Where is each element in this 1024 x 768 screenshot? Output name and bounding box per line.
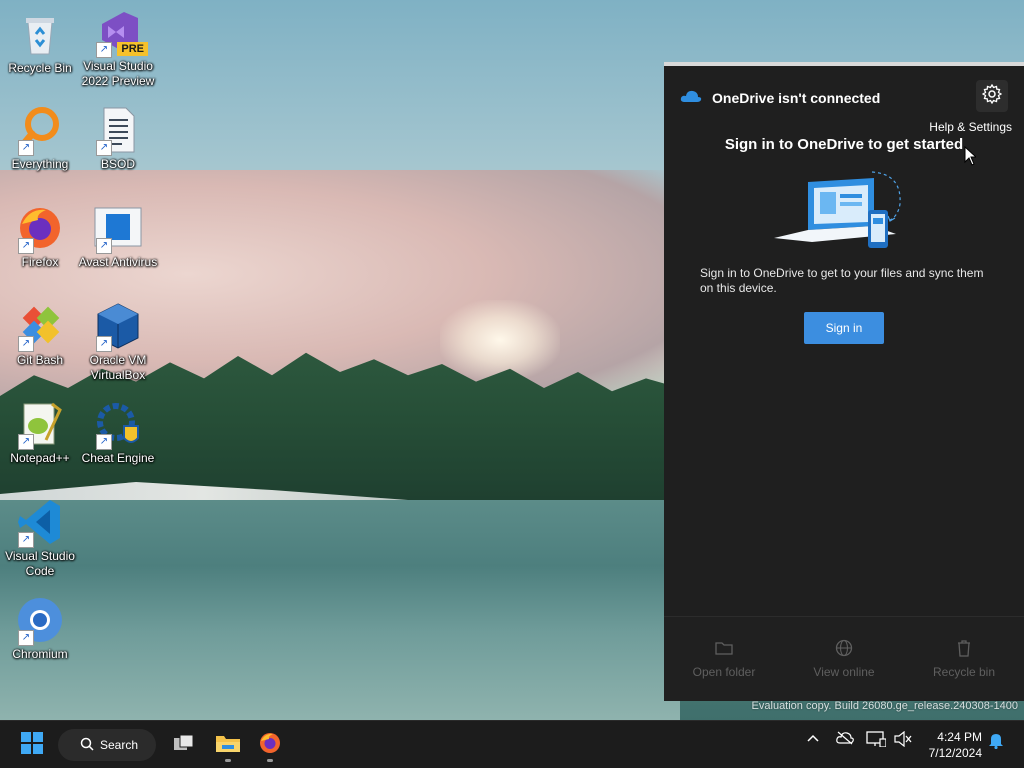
desktop-icon-label: Git Bash: [16, 353, 64, 367]
desktop-icon-label: Chromium: [12, 647, 68, 661]
shortcut-arrow-icon: ↗: [18, 532, 34, 548]
search-icon: [80, 737, 94, 754]
firefox-icon: [258, 731, 282, 760]
desktop-icon-git-bash[interactable]: ↗ Git Bash: [0, 302, 80, 368]
vscode-icon: ↗: [16, 498, 64, 548]
volume-button[interactable]: [894, 730, 912, 752]
desktop-icon-bsod[interactable]: ↗ BSOD: [78, 106, 158, 172]
desktop-icon-label: Visual Studio Code: [5, 549, 75, 578]
globe-icon: [834, 639, 854, 657]
shortcut-arrow-icon: ↗: [96, 140, 112, 156]
chromium-icon: ↗: [16, 596, 64, 646]
desktop-icon-avast[interactable]: ↗ Avast Antivirus: [78, 204, 158, 270]
network-button[interactable]: [866, 731, 887, 752]
visual-studio-preview-icon: PRE ↗: [94, 8, 148, 58]
sign-in-button[interactable]: Sign in: [804, 312, 884, 344]
cheat-engine-icon: ↗: [94, 400, 142, 450]
onedrive-tray-button[interactable]: [836, 731, 854, 750]
desktop-icon-label: Everything: [11, 157, 69, 171]
chevron-up-icon: [806, 731, 820, 750]
recycle-bin-icon: [16, 10, 64, 58]
task-view-icon: [173, 734, 195, 757]
firefox-icon: ↗: [16, 204, 64, 254]
onedrive-footer: Open folder View online Recycle bin: [664, 616, 1024, 701]
folder-icon: [215, 732, 241, 759]
desktop-icon-label: BSOD: [100, 157, 135, 171]
taskbar-clock[interactable]: 4:24 PM 7/12/2024: [929, 729, 982, 761]
cloud-off-icon: [836, 731, 854, 750]
running-indicator: [267, 759, 273, 762]
desktop-icon-vscode[interactable]: ↗ Visual Studio Code: [0, 498, 80, 579]
recycle-bin-button[interactable]: Recycle bin: [904, 617, 1024, 701]
view-online-button[interactable]: View online: [784, 617, 904, 701]
notepadpp-icon: ↗: [16, 400, 64, 450]
running-indicator: [225, 759, 231, 762]
open-folder-button[interactable]: Open folder: [664, 617, 784, 701]
onedrive-cloud-icon: [680, 89, 702, 108]
desktop-icon-visual-studio-preview[interactable]: PRE ↗ Visual Studio 2022 Preview: [78, 8, 158, 89]
shortcut-arrow-icon: ↗: [18, 434, 34, 450]
view-online-label: View online: [813, 665, 875, 679]
desktop-icon-chromium[interactable]: ↗ Chromium: [0, 596, 80, 662]
desktop-icon-label: Oracle VM VirtualBox: [89, 353, 147, 382]
onedrive-description: Sign in to OneDrive to get to your files…: [700, 266, 984, 295]
preview-badge: PRE: [117, 42, 148, 56]
desktop-icon-recycle-bin[interactable]: Recycle Bin: [0, 10, 80, 76]
taskbar-search-box[interactable]: Search: [58, 729, 156, 761]
folder-icon: [714, 639, 734, 657]
virtualbox-icon: ↗: [94, 302, 142, 352]
task-view-button[interactable]: [166, 727, 202, 763]
desktop-icon-firefox[interactable]: ↗ Firefox: [0, 204, 80, 270]
show-hidden-icons-button[interactable]: [806, 731, 820, 750]
desktop-icon-label: Notepad++: [10, 451, 70, 465]
speaker-muted-icon: [894, 730, 912, 752]
everything-search-icon: ↗: [16, 106, 64, 156]
desktop-icon-label: Cheat Engine: [81, 451, 155, 465]
network-icon: [866, 731, 887, 752]
help-settings-button[interactable]: [976, 80, 1008, 112]
desktop-icon-notepadpp[interactable]: ↗ Notepad++: [0, 400, 80, 466]
shortcut-arrow-icon: ↗: [18, 140, 34, 156]
document-icon: ↗: [94, 106, 142, 156]
desktop-icon-everything[interactable]: ↗ Everything: [0, 106, 80, 172]
mouse-cursor-icon: [964, 145, 978, 171]
firefox-taskbar-button[interactable]: [252, 727, 288, 763]
avast-icon: ↗: [94, 204, 142, 254]
taskbar: Search 4:24 PM 7/12/2024: [0, 720, 1024, 768]
desktop-icon-label: Recycle Bin: [8, 61, 72, 75]
git-bash-icon: ↗: [16, 302, 64, 352]
shortcut-arrow-icon: ↗: [96, 238, 112, 254]
shortcut-arrow-icon: ↗: [18, 336, 34, 352]
trash-icon: [954, 639, 974, 657]
windows-logo-icon: [21, 731, 43, 759]
onedrive-header: OneDrive isn't connected: [680, 86, 880, 110]
desktop-icon-label: Visual Studio 2022 Preview: [81, 59, 155, 88]
help-settings-tooltip: Help & Settings: [929, 120, 1012, 134]
desktop-icon-virtualbox[interactable]: ↗ Oracle VM VirtualBox: [78, 302, 158, 383]
notifications-button[interactable]: [988, 731, 1004, 754]
file-explorer-taskbar-button[interactable]: [210, 727, 246, 763]
shortcut-arrow-icon: ↗: [96, 42, 112, 58]
clock-time: 4:24 PM: [937, 730, 982, 744]
bell-icon: [988, 731, 1004, 754]
evaluation-watermark: Evaluation copy. Build 26080.ge_release.…: [751, 700, 1018, 712]
desktop-icon-cheat-engine[interactable]: ↗ Cheat Engine: [78, 400, 158, 466]
open-folder-label: Open folder: [692, 665, 756, 679]
shortcut-arrow-icon: ↗: [18, 630, 34, 646]
onedrive-title: OneDrive isn't connected: [712, 90, 881, 106]
recycle-bin-label: Recycle bin: [932, 665, 996, 679]
shortcut-arrow-icon: ↗: [96, 336, 112, 352]
desktop-icon-label: Avast Antivirus: [78, 255, 158, 269]
shortcut-arrow-icon: ↗: [96, 434, 112, 450]
search-label: Search: [100, 738, 139, 752]
start-button[interactable]: [12, 727, 52, 763]
gear-icon: [981, 83, 1003, 109]
clock-date: 7/12/2024: [928, 746, 982, 760]
desktop-icon-label: Firefox: [21, 255, 59, 269]
shortcut-arrow-icon: ↗: [18, 238, 34, 254]
laptop-phone-illustration: [772, 164, 912, 256]
